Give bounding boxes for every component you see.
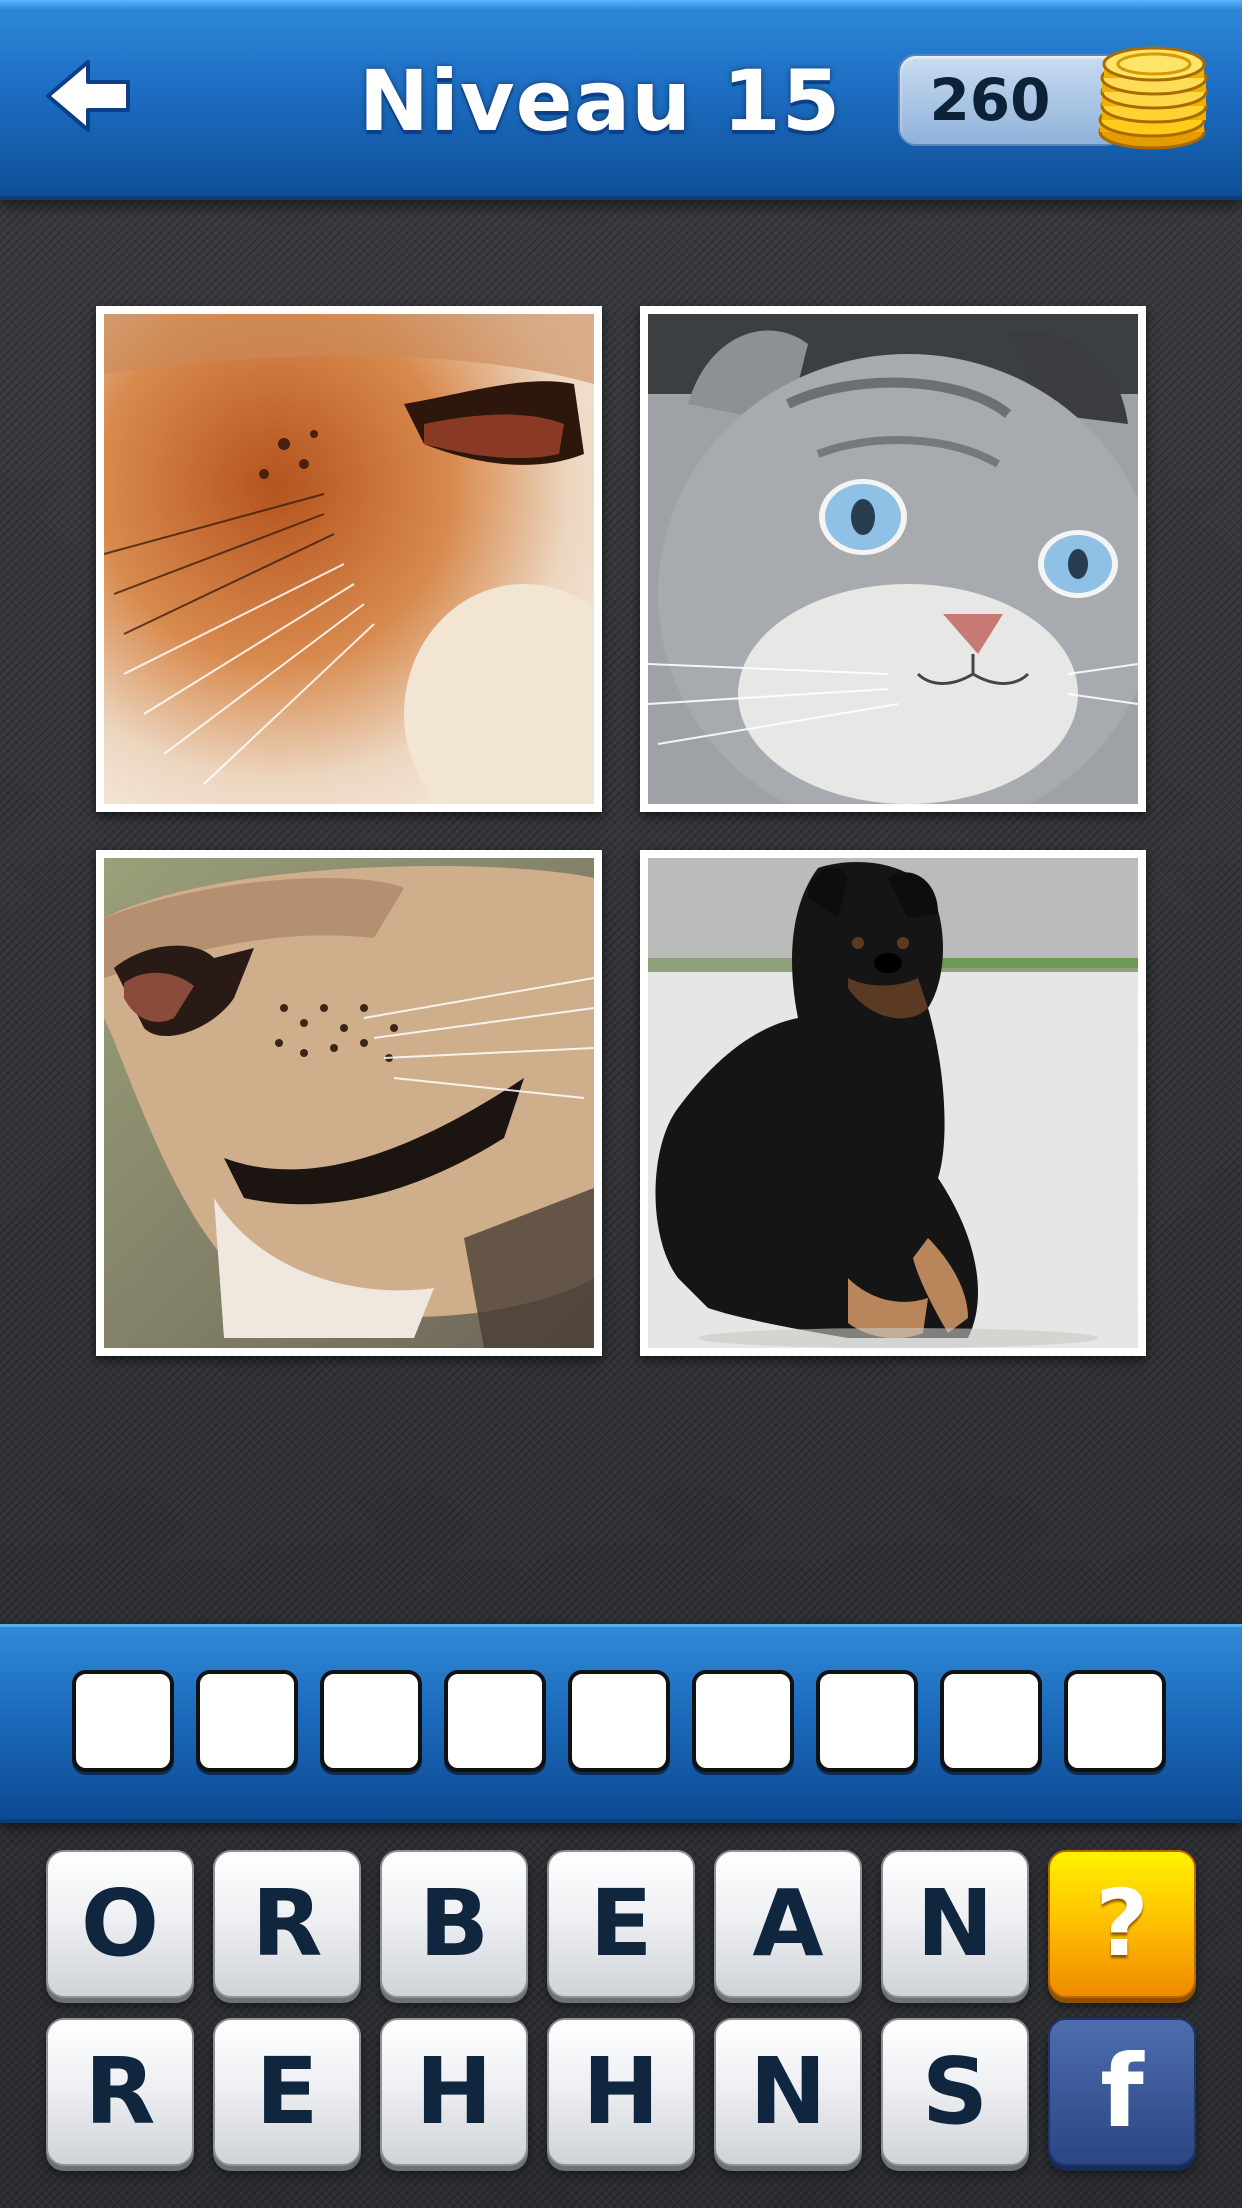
letter-key[interactable]: E	[213, 2018, 361, 2166]
letter-key[interactable]: R	[213, 1850, 361, 1998]
answer-slot-6[interactable]	[692, 1670, 794, 1772]
black-dog-image	[648, 858, 1138, 1348]
letter-key[interactable]: S	[881, 2018, 1029, 2166]
letter-key[interactable]: O	[46, 1850, 194, 1998]
lion-muzzle-image	[104, 858, 594, 1348]
grey-cat-image	[648, 314, 1138, 804]
answer-slot-5[interactable]	[568, 1670, 670, 1772]
letter-key[interactable]: H	[380, 2018, 528, 2166]
back-button[interactable]	[40, 56, 140, 136]
coin-count: 260	[929, 66, 1051, 134]
letter-key[interactable]: N	[714, 2018, 862, 2166]
answer-slot-1[interactable]	[72, 1670, 174, 1772]
hint-button[interactable]: ?	[1048, 1850, 1196, 1998]
photo-fox-snout-closeup[interactable]	[96, 306, 602, 812]
answer-slot-7[interactable]	[816, 1670, 918, 1772]
answer-slot-3[interactable]	[320, 1670, 422, 1772]
photo-grey-cat-face[interactable]	[640, 306, 1146, 812]
answer-slot-9[interactable]	[1064, 1670, 1166, 1772]
facebook-share-button[interactable]: f	[1048, 2018, 1196, 2166]
answer-slot-4[interactable]	[444, 1670, 546, 1772]
gold-coins-stack-icon[interactable]	[1090, 36, 1220, 156]
letter-key[interactable]: E	[547, 1850, 695, 1998]
letter-key[interactable]: R	[46, 2018, 194, 2166]
back-arrow-icon	[46, 60, 130, 132]
photo-lion-muzzle-closeup[interactable]	[96, 850, 602, 1356]
letter-key[interactable]: B	[380, 1850, 528, 1998]
letter-key[interactable]: N	[881, 1850, 1029, 1998]
fox-snout-image	[104, 314, 594, 804]
letter-key[interactable]: H	[547, 2018, 695, 2166]
answer-slot-8[interactable]	[940, 1670, 1042, 1772]
answer-slot-2[interactable]	[196, 1670, 298, 1772]
photo-black-dog-lying[interactable]	[640, 850, 1146, 1356]
level-title: Niveau 15	[358, 52, 842, 150]
letter-key[interactable]: A	[714, 1850, 862, 1998]
top-bar: Niveau 15 260	[0, 0, 1242, 200]
